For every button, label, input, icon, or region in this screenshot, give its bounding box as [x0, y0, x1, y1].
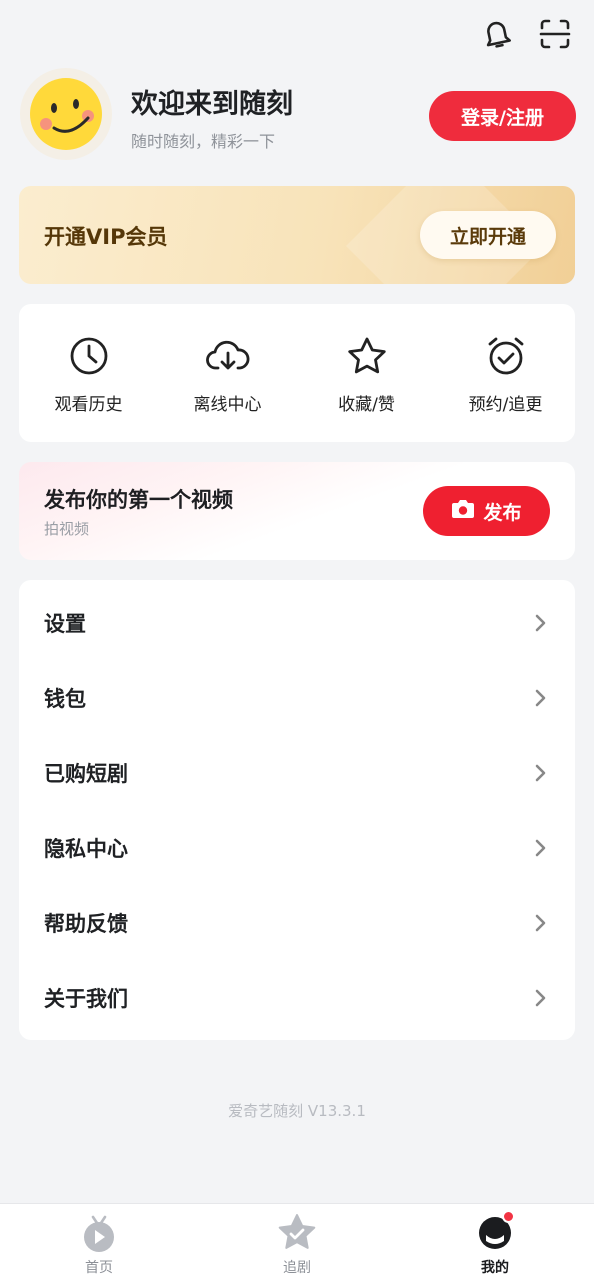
tab-label: 追剧	[283, 1260, 311, 1276]
publish-subtitle: 拍视频	[44, 520, 90, 538]
bell-icon[interactable]	[477, 14, 517, 54]
star-icon	[345, 334, 389, 378]
menu-label: 已购短剧	[44, 762, 128, 786]
shortcut-label: 观看历史	[54, 395, 123, 415]
cloud-download-icon	[205, 334, 250, 378]
bottom-tab-bar: 首页 追剧 我的	[0, 1203, 594, 1280]
chevron-right-icon	[535, 764, 546, 782]
shortcut-label: 收藏/赞	[338, 395, 395, 415]
menu-label: 关于我们	[44, 987, 128, 1011]
menu-label: 设置	[44, 612, 86, 636]
tab-label: 我的	[481, 1260, 509, 1276]
menu-label: 隐私中心	[44, 837, 128, 861]
chevron-right-icon	[535, 839, 546, 857]
shortcut-watch-history[interactable]: 观看历史	[19, 334, 158, 415]
shortcut-label: 预约/追更	[468, 395, 543, 415]
tab-home[interactable]: 首页	[39, 1212, 159, 1277]
chevron-right-icon	[535, 614, 546, 632]
alarm-clock-icon	[484, 334, 528, 378]
top-bar	[0, 0, 594, 70]
profile-face-icon	[473, 1210, 517, 1254]
publish-title: 发布你的第一个视频	[44, 488, 233, 512]
slogan-text: 随时随刻，精彩一下	[131, 132, 276, 151]
vip-title: 开通VIP会员	[44, 225, 168, 249]
menu-item-help-feedback[interactable]: 帮助反馈	[19, 893, 575, 953]
shortcut-favorites[interactable]: 收藏/赞	[297, 334, 436, 415]
shortcut-offline-center[interactable]: 离线中心	[158, 334, 297, 415]
login-register-button[interactable]: 登录/注册	[429, 91, 576, 141]
profile-section: 欢迎来到随刻 随时随刻，精彩一下 登录/注册	[20, 68, 576, 164]
shortcut-panel: 观看历史 离线中心 收藏/赞 预约/追更	[19, 304, 575, 442]
welcome-title: 欢迎来到随刻	[131, 89, 293, 120]
camera-icon	[451, 498, 475, 525]
menu-item-settings[interactable]: 设置	[19, 593, 575, 653]
chevron-right-icon	[535, 989, 546, 1007]
menu-item-wallet[interactable]: 钱包	[19, 668, 575, 728]
menu-label: 帮助反馈	[44, 912, 128, 936]
publish-button[interactable]: 发布	[423, 486, 550, 536]
menu-item-purchased-shorts[interactable]: 已购短剧	[19, 743, 575, 803]
shortcut-label: 离线中心	[193, 395, 262, 415]
avatar[interactable]	[20, 68, 112, 160]
menu-item-privacy-center[interactable]: 隐私中心	[19, 818, 575, 878]
vip-open-button[interactable]: 立即开通	[420, 211, 556, 259]
notification-dot	[502, 1210, 515, 1223]
clock-icon	[67, 334, 111, 378]
star-check-icon	[275, 1212, 319, 1254]
settings-menu: 设置 钱包 已购短剧 隐私中心 帮助反馈 关于我们	[19, 580, 575, 1040]
chevron-right-icon	[535, 689, 546, 707]
shortcut-reservations[interactable]: 预约/追更	[436, 334, 575, 415]
vip-banner[interactable]: 开通VIP会员 立即开通	[19, 186, 575, 284]
tab-mine[interactable]: 我的	[435, 1210, 555, 1277]
scan-icon[interactable]	[535, 14, 575, 54]
publish-button-label: 发布	[483, 501, 522, 524]
chevron-right-icon	[535, 914, 546, 932]
menu-label: 钱包	[44, 687, 86, 711]
tab-following[interactable]: 追剧	[237, 1212, 357, 1277]
app-version: 爱奇艺随刻 V13.3.1	[228, 1102, 366, 1120]
menu-item-about-us[interactable]: 关于我们	[19, 968, 575, 1028]
tab-label: 首页	[85, 1260, 113, 1276]
publish-card: 发布你的第一个视频 拍视频 发布	[19, 462, 575, 560]
tv-icon	[77, 1212, 121, 1254]
